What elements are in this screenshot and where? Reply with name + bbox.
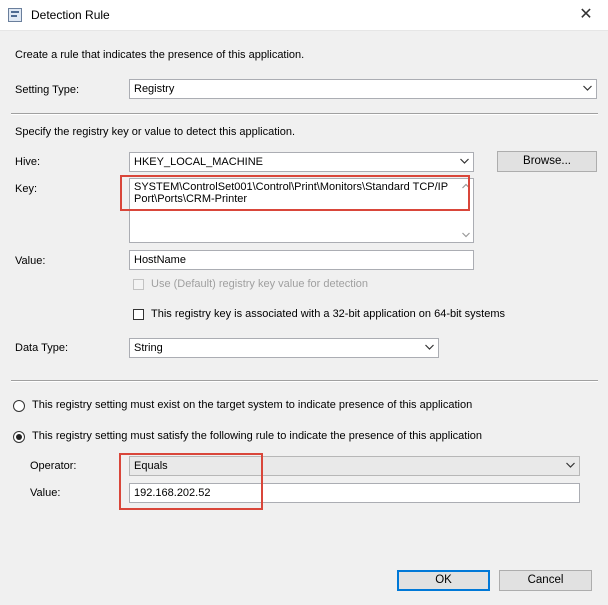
use-default-checkbox — [133, 279, 144, 290]
hive-value: HKEY_LOCAL_MACHINE — [134, 156, 263, 168]
setting-type-value: Registry — [134, 83, 175, 95]
title-bar: Detection Rule ✕ — [0, 0, 608, 31]
radio-must-exist-label: This registry setting must exist on the … — [32, 399, 473, 411]
radio-must-satisfy-rule-label: This registry setting must satisfy the f… — [32, 430, 483, 442]
bit32-label: This registry key is associated with a 3… — [151, 308, 505, 320]
key-scrollbar[interactable] — [459, 179, 473, 242]
section-divider — [11, 380, 598, 382]
data-type-label: Data Type: — [15, 342, 68, 354]
browse-button[interactable]: Browse... — [497, 151, 597, 172]
operator-dropdown[interactable]: Equals — [129, 456, 580, 476]
rule-value-text: 192.168.202.52 — [134, 487, 211, 499]
window-title: Detection Rule — [31, 8, 110, 22]
chevron-down-icon — [460, 157, 469, 165]
chevron-down-icon — [425, 343, 434, 351]
registry-instructions: Specify the registry key or value to det… — [15, 126, 296, 138]
radio-must-satisfy-rule[interactable] — [13, 431, 25, 443]
app-window-icon — [8, 8, 22, 22]
key-label: Key: — [15, 183, 38, 195]
rule-value-input[interactable]: 192.168.202.52 — [129, 483, 580, 503]
setting-type-dropdown[interactable]: Registry — [129, 79, 597, 99]
data-type-value: String — [134, 342, 163, 354]
section-divider — [11, 113, 598, 115]
operator-label: Operator: — [30, 460, 77, 472]
chevron-down-icon — [566, 461, 575, 469]
chevron-down-icon — [583, 84, 592, 92]
cancel-button[interactable]: Cancel — [499, 570, 592, 591]
value-input-text: HostName — [134, 254, 186, 266]
close-icon[interactable]: ✕ — [572, 3, 600, 27]
bit32-checkbox[interactable] — [133, 309, 144, 320]
hive-label: Hive: — [15, 156, 41, 168]
scroll-up-icon[interactable] — [462, 183, 470, 189]
rule-value-label: Value: — [30, 487, 61, 499]
intro-text: Create a rule that indicates the presenc… — [15, 49, 305, 61]
key-line-2: Port\Ports\CRM-Printer — [134, 193, 248, 205]
ok-button[interactable]: OK — [397, 570, 490, 591]
key-textarea[interactable]: SYSTEM\ControlSet001\Control\Print\Monit… — [129, 178, 474, 243]
radio-must-exist[interactable] — [13, 400, 25, 412]
data-type-dropdown[interactable]: String — [129, 338, 439, 358]
key-line-1: SYSTEM\ControlSet001\Control\Print\Monit… — [134, 181, 449, 193]
setting-type-label: Setting Type: — [15, 84, 80, 96]
value-label: Value: — [15, 255, 46, 267]
scroll-down-icon[interactable] — [462, 232, 470, 238]
value-input[interactable]: HostName — [129, 250, 474, 270]
operator-value: Equals — [134, 460, 168, 472]
hive-dropdown[interactable]: HKEY_LOCAL_MACHINE — [129, 152, 474, 172]
use-default-label: Use (Default) registry key value for det… — [151, 278, 369, 290]
